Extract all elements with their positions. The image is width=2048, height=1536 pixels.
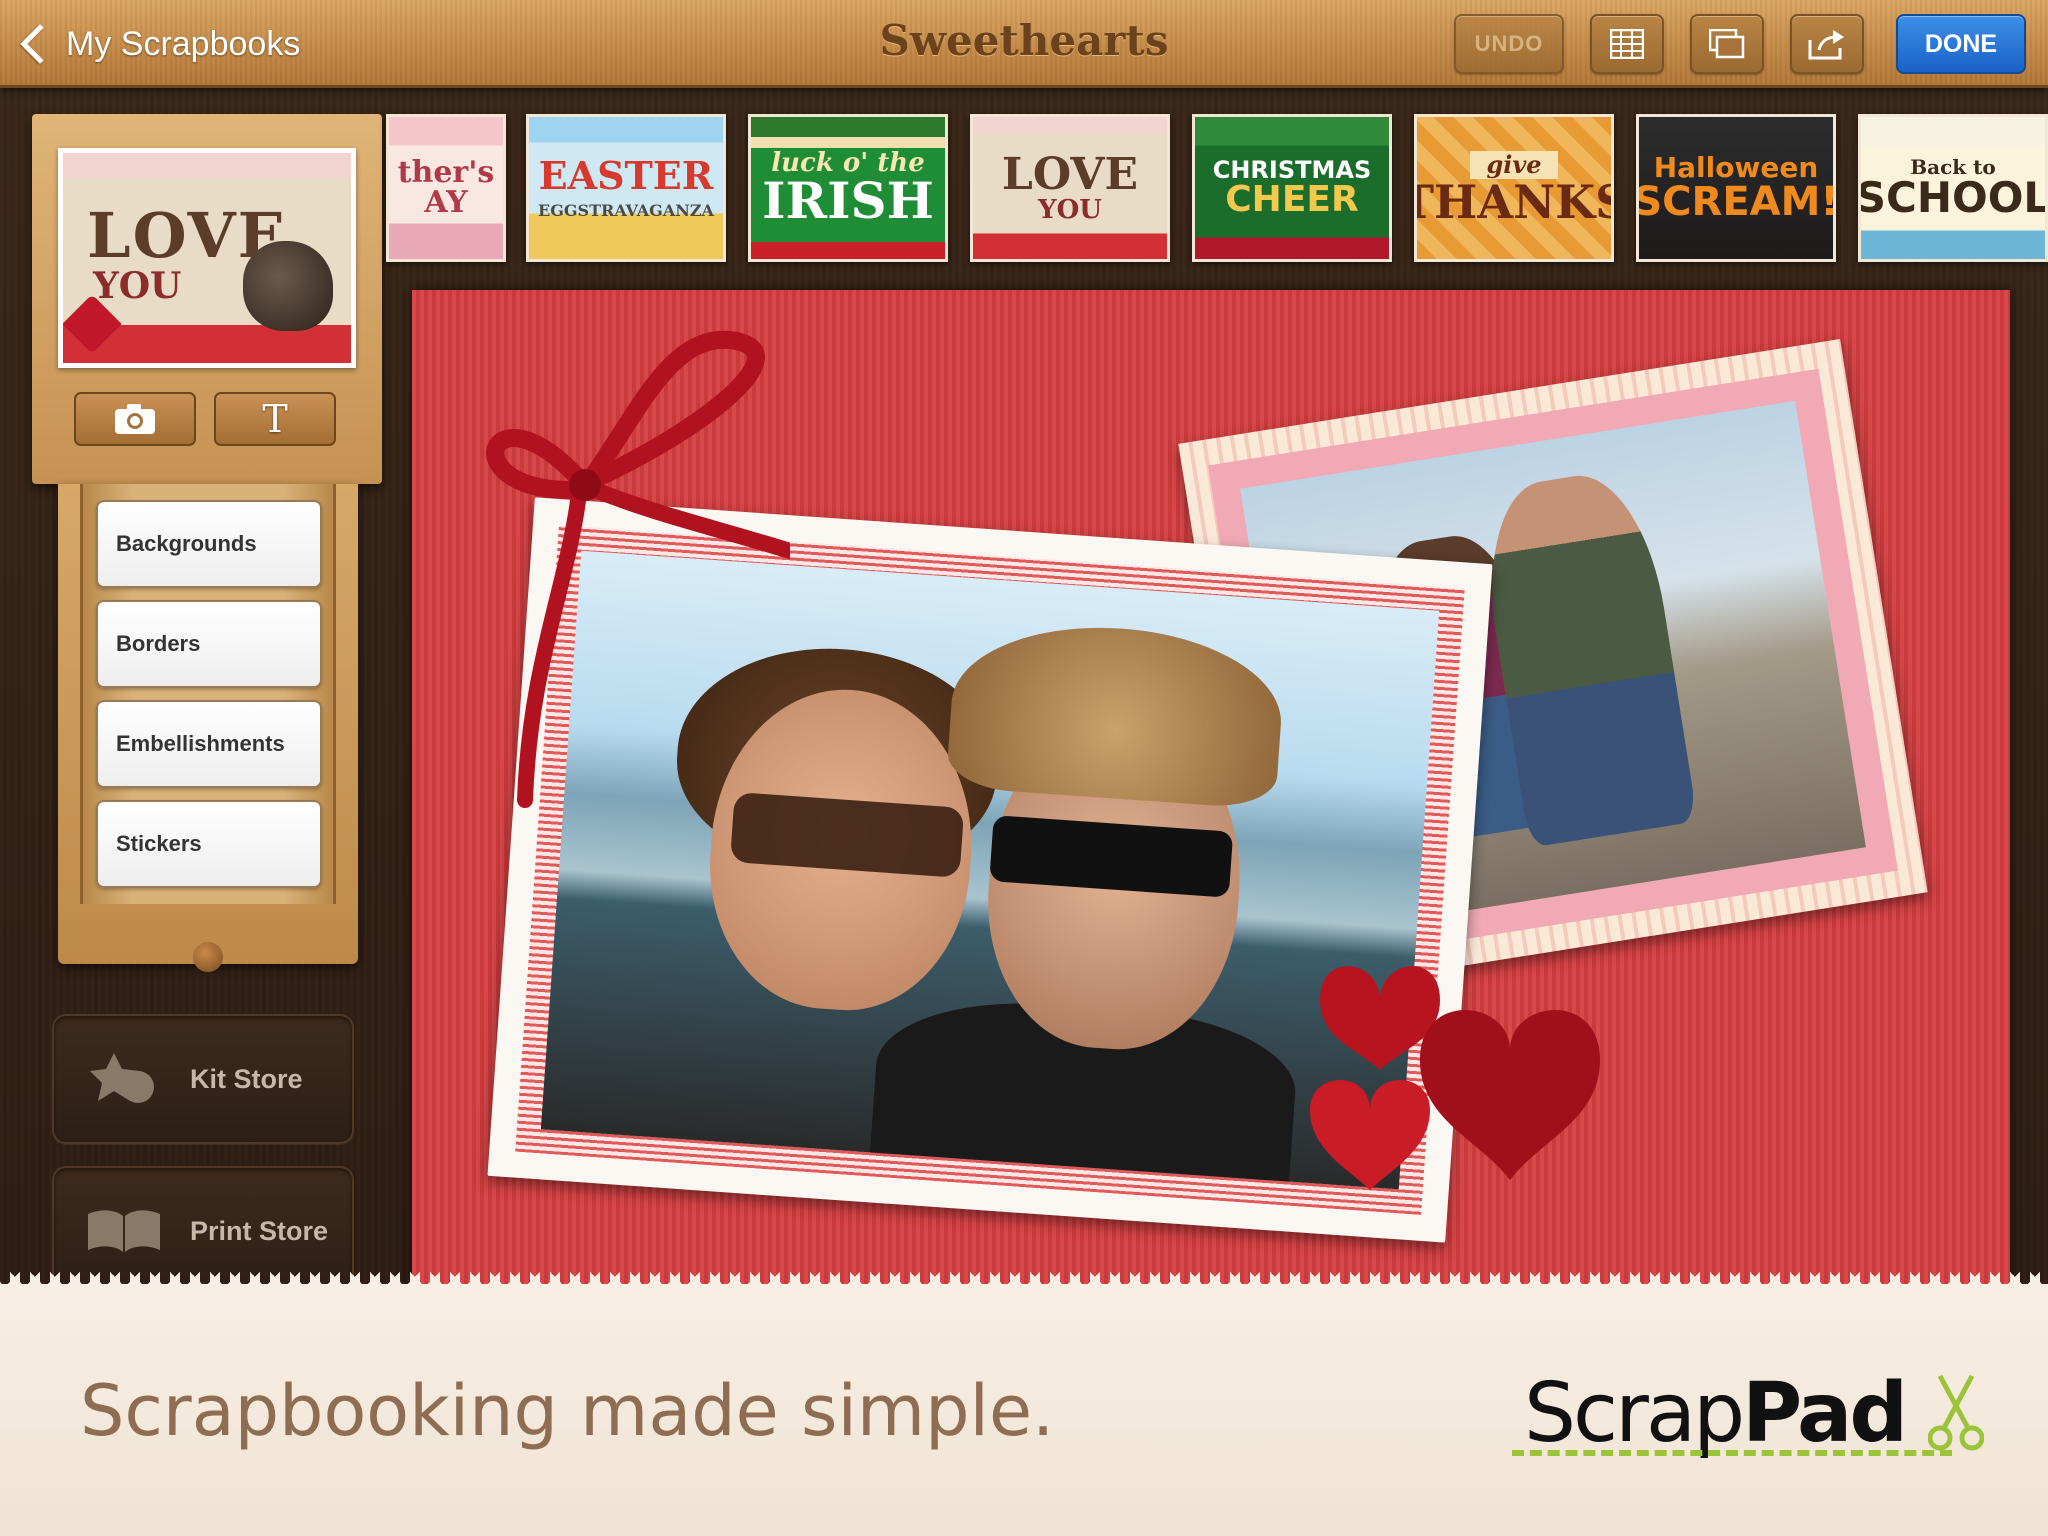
kit-line2: SCHOOL (1858, 173, 2048, 222)
pages-icon (1709, 29, 1745, 59)
kit-line1: ther's (397, 155, 495, 190)
pages-button[interactable] (1690, 14, 1764, 74)
top-bar: My Scrapbooks Sweethearts UNDO DONE (0, 0, 2048, 88)
kit-line2: AY (424, 185, 468, 220)
share-icon (1808, 30, 1844, 60)
kit-line2: EGGSTRAVAGANZA (538, 201, 714, 220)
kit-line2: IRISH (762, 171, 934, 230)
straw-hat (945, 617, 1287, 810)
hearts-embellishment[interactable] (1300, 960, 1600, 1220)
category-backgrounds[interactable]: Backgrounds (96, 500, 322, 588)
cover-panel: LOVE YOU T (32, 114, 382, 484)
kit-line2: YOU (1038, 195, 1102, 225)
cover-thumbnail[interactable]: LOVE YOU (58, 148, 356, 368)
camera-icon (115, 404, 155, 434)
kit-line2: SCREAM! (1636, 179, 1836, 225)
kit-line1: Halloween (1653, 151, 1819, 184)
app-window: My Scrapbooks Sweethearts UNDO DONE LOVE… (0, 0, 2048, 1536)
kit-store-button[interactable]: Kit Store (52, 1014, 354, 1144)
category-borders[interactable]: Borders (96, 600, 322, 688)
kit-thumb-thanks[interactable]: give THANKS (1414, 114, 1614, 262)
kit-store-icon (84, 1047, 164, 1111)
drawer-knob (193, 942, 223, 972)
undo-button[interactable]: UNDO (1454, 14, 1564, 74)
share-button[interactable] (1790, 14, 1864, 74)
kit-thumb-christmas[interactable]: CHRISTMAS CHEER (1192, 114, 1392, 262)
kit-line2: THANKS (1417, 175, 1611, 229)
kit-thumb-love-you[interactable]: LOVE YOU (970, 114, 1170, 262)
scrappad-logo: ScrapPad (1524, 1366, 1908, 1461)
kit-store-label: Kit Store (190, 1063, 303, 1094)
kit-thumb-mothers-day[interactable]: ther's AY (386, 114, 506, 262)
add-photo-button[interactable] (74, 392, 196, 446)
category-embellishments[interactable]: Embellishments (96, 700, 322, 788)
print-store-label: Print Store (190, 1215, 329, 1246)
category-stickers[interactable]: Stickers (96, 800, 322, 888)
scissors-icon (1928, 1374, 1984, 1451)
logo-text-part1: Scrap (1524, 1366, 1745, 1461)
kit-line2: CHEER (1225, 179, 1359, 220)
kit-line1: LOVE (1001, 149, 1139, 200)
kit-thumb-school[interactable]: Back to SCHOOL (1858, 114, 2048, 262)
kit-thumb-halloween[interactable]: Halloween SCREAM! (1636, 114, 1836, 262)
logo-text-part2: Pad (1742, 1366, 1908, 1461)
cherub-image (243, 241, 333, 331)
ribbon-bow-embellishment[interactable] (430, 320, 790, 820)
category-drawer: Backgrounds Borders Embellishments Stick… (58, 484, 358, 972)
book-icon (84, 1199, 164, 1263)
done-button[interactable]: DONE (1896, 14, 2026, 74)
grid-icon (1610, 29, 1644, 59)
kit-thumb-irish[interactable]: luck o' the IRISH (748, 114, 948, 262)
kit-thumb-easter[interactable]: EASTER EGGSTRAVAGANZA (526, 114, 726, 262)
grid-button[interactable] (1590, 14, 1664, 74)
cover-line2: YOU (93, 265, 182, 307)
add-text-button[interactable]: T (214, 392, 336, 446)
kit-line1: EASTER (538, 153, 714, 198)
logo-dashed-line (1512, 1450, 1952, 1456)
tagline: Scrapbooking made simple. (80, 1370, 1055, 1452)
